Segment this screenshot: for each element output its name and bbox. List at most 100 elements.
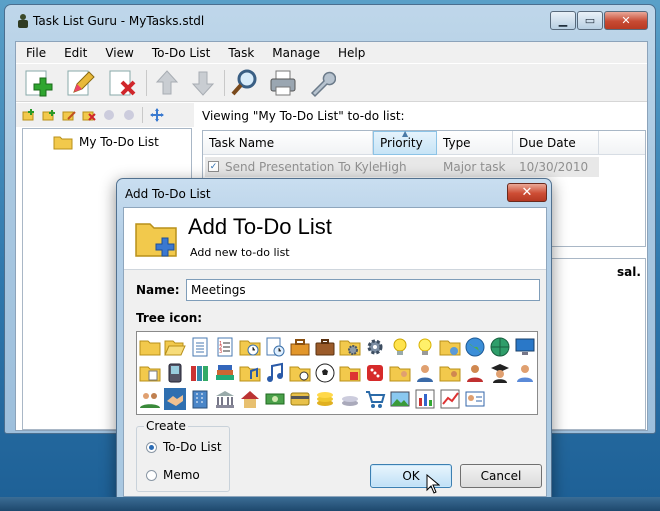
pda-icon[interactable] — [164, 362, 186, 384]
folder-add-icon — [135, 223, 177, 257]
tree-item-label: My To-Do List — [79, 135, 159, 149]
menu-bar: File Edit View To-Do List Task Manage He… — [16, 42, 647, 63]
viewing-label: Viewing "My To-Do List" to-do list: — [202, 109, 405, 123]
dialog-subheading: Add new to-do list — [190, 246, 290, 259]
picture-icon[interactable] — [389, 388, 411, 410]
menu-edit[interactable]: Edit — [56, 46, 95, 60]
lightbulb-on-icon[interactable] — [414, 336, 436, 358]
house-icon[interactable] — [239, 388, 261, 410]
books-icon[interactable] — [189, 362, 211, 384]
move-tree-icon[interactable] — [150, 108, 164, 122]
contact-card-icon[interactable] — [464, 388, 486, 410]
column-header-priority[interactable]: Priority ▲ — [373, 129, 437, 155]
folder-music-icon[interactable] — [239, 362, 261, 384]
delete-task-icon[interactable] — [108, 68, 138, 98]
folder-open-icon[interactable] — [164, 336, 186, 358]
radio-label: To-Do List — [163, 440, 222, 454]
users-group-icon[interactable] — [139, 388, 161, 410]
menu-manage[interactable]: Manage — [264, 46, 328, 60]
handshake-icon[interactable] — [164, 388, 186, 410]
numbered-list-icon[interactable]: 123 — [214, 336, 236, 358]
maximize-button[interactable]: ▭ — [577, 11, 603, 30]
line-chart-icon[interactable] — [439, 388, 461, 410]
globe-icon[interactable] — [464, 336, 486, 358]
minimize-button[interactable]: ▁ — [550, 11, 576, 30]
dialog-close-button[interactable]: ✕ — [507, 183, 547, 202]
music-note-icon[interactable] — [264, 362, 286, 384]
toolbox-icon[interactable] — [289, 336, 311, 358]
add-folder-icon[interactable] — [22, 108, 36, 122]
description-text: sal. — [617, 265, 641, 279]
move-up-icon[interactable] — [152, 68, 182, 98]
search-icon[interactable] — [230, 68, 260, 98]
move-down-icon[interactable] — [188, 68, 218, 98]
office-building-icon[interactable] — [189, 388, 211, 410]
radio-memo[interactable]: Memo — [146, 468, 200, 482]
edit-task-icon[interactable] — [66, 68, 96, 98]
bank-icon[interactable] — [214, 388, 236, 410]
column-header-task-name[interactable]: Task Name — [203, 131, 373, 155]
folder-dice-icon[interactable] — [339, 362, 361, 384]
dice-icon[interactable] — [364, 362, 386, 384]
menu-file[interactable]: File — [18, 46, 54, 60]
name-input[interactable]: Meetings — [186, 279, 540, 301]
folder-special-icon[interactable] — [439, 336, 461, 358]
folder-soccer-icon[interactable] — [289, 362, 311, 384]
folder-up-icon[interactable] — [102, 108, 116, 122]
document-clock-icon[interactable] — [264, 336, 286, 358]
dialog-title: Add To-Do List — [125, 187, 211, 201]
sort-arrow-icon: ▲ — [402, 129, 409, 138]
soccer-ball-icon[interactable] — [314, 362, 336, 384]
edit-folder-icon[interactable] — [62, 108, 76, 122]
folder-person-icon[interactable] — [439, 362, 461, 384]
document-list-icon[interactable] — [189, 336, 211, 358]
cancel-button[interactable]: Cancel — [460, 464, 542, 488]
delete-folder-icon[interactable] — [82, 108, 96, 122]
menu-task[interactable]: Task — [220, 46, 262, 60]
folder-icon[interactable] — [139, 336, 161, 358]
settings-wrench-icon[interactable] — [306, 68, 336, 98]
person-icon[interactable] — [464, 362, 486, 384]
radio-button[interactable] — [146, 469, 157, 481]
gear-icon[interactable] — [364, 336, 386, 358]
bar-chart-icon[interactable] — [414, 388, 436, 410]
close-button[interactable]: ✕ — [604, 11, 648, 30]
credit-card-icon[interactable] — [289, 388, 311, 410]
graduate-icon[interactable] — [489, 362, 511, 384]
column-header-type[interactable]: Type — [437, 131, 513, 155]
folder-gear-icon[interactable] — [339, 336, 361, 358]
user-blue-icon[interactable] — [514, 362, 536, 384]
task-checkbox[interactable]: ✓ — [208, 161, 219, 172]
folder-document-icon[interactable] — [139, 362, 161, 384]
folder-icon — [53, 136, 73, 150]
folder-users-icon[interactable] — [389, 362, 411, 384]
tree-icon-grid: 123 — [136, 331, 538, 415]
lightbulb-icon[interactable] — [389, 336, 411, 358]
toolbar-separator — [224, 70, 225, 96]
menu-todo-list[interactable]: To-Do List — [144, 46, 219, 60]
money-icon[interactable] — [264, 388, 286, 410]
coins-silver-icon[interactable] — [339, 388, 361, 410]
user-icon[interactable] — [414, 362, 436, 384]
folder-down-icon[interactable] — [122, 108, 136, 122]
toolbar-separator — [146, 70, 147, 96]
table-row[interactable]: ✓ Send Presentation To Kyle High Major t… — [205, 157, 599, 177]
folder-clock-icon[interactable] — [239, 336, 261, 358]
coins-icon[interactable] — [314, 388, 336, 410]
add-subfolder-icon[interactable] — [42, 108, 56, 122]
tree-item-my-todo-list[interactable]: My To-Do List — [53, 134, 159, 150]
radio-todo-list[interactable]: To-Do List — [146, 440, 222, 454]
menu-view[interactable]: View — [97, 46, 141, 60]
globe-network-icon[interactable] — [489, 336, 511, 358]
shopping-cart-icon[interactable] — [364, 388, 386, 410]
radio-button-selected[interactable] — [146, 441, 157, 453]
column-header-due-date[interactable]: Due Date — [513, 131, 599, 155]
add-todo-list-dialog: Add To-Do List ✕ Add To-Do List Add new … — [116, 178, 552, 504]
print-icon[interactable] — [268, 68, 298, 98]
computer-icon[interactable] — [514, 336, 536, 358]
dialog-header: Add To-Do List Add new to-do list — [124, 208, 546, 270]
briefcase-icon[interactable] — [314, 336, 336, 358]
add-task-icon[interactable] — [24, 68, 54, 98]
menu-help[interactable]: Help — [330, 46, 373, 60]
book-stack-icon[interactable] — [214, 362, 236, 384]
